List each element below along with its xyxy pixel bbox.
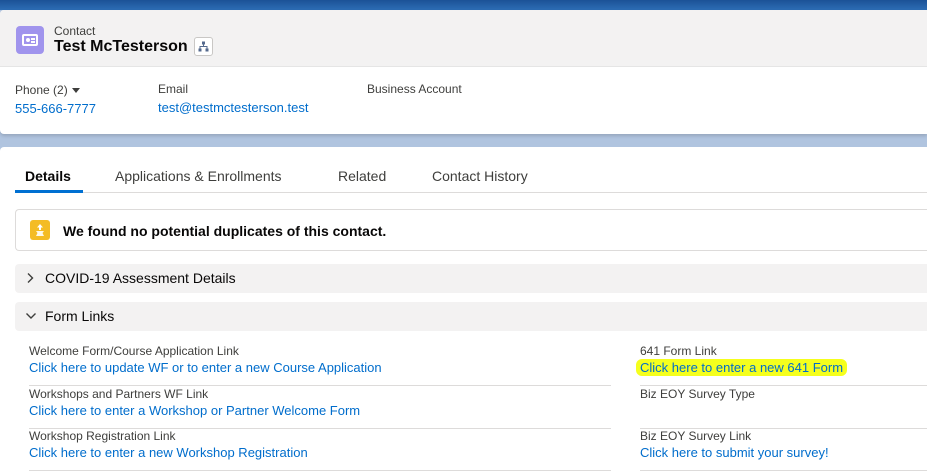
phone-link[interactable]: 555-666-7777: [15, 101, 96, 116]
field-label: 641 Form Link: [640, 344, 717, 358]
section-title: COVID-19 Assessment Details: [45, 270, 236, 286]
duplicate-check-card: We found no potential duplicates of this…: [15, 209, 927, 251]
tab-applications-enrollments[interactable]: Applications & Enrollments: [115, 168, 282, 184]
details-panel: Details Applications & Enrollments Relat…: [0, 147, 927, 472]
record-name: Test McTesterson: [54, 38, 188, 55]
welcome-form-field: Welcome Form/Course Application Link Cli…: [29, 344, 611, 386]
biz-eoy-survey-link-field: Biz EOY Survey Link Click here to submit…: [640, 429, 927, 471]
email-link[interactable]: test@testmctesterson.test: [158, 100, 308, 115]
object-type-label: Contact: [54, 24, 96, 38]
workshop-registration-link[interactable]: Click here to enter a new Workshop Regis…: [29, 445, 308, 460]
section-covid-assessment[interactable]: COVID-19 Assessment Details: [15, 264, 927, 293]
record-header: Contact Test McTesterson Phone (2) 555-6…: [0, 10, 927, 134]
biz-eoy-survey-type-field: Biz EOY Survey Type: [640, 387, 927, 429]
hierarchy-icon: [198, 41, 209, 52]
business-account-label: Business Account: [367, 82, 462, 96]
tab-related[interactable]: Related: [338, 168, 386, 184]
field-label: Biz EOY Survey Type: [640, 387, 755, 401]
phone-field: Phone (2) 555-666-7777: [15, 83, 96, 116]
tab-contact-history[interactable]: Contact History: [432, 168, 528, 184]
field-label: Biz EOY Survey Link: [640, 429, 752, 443]
field-label: Welcome Form/Course Application Link: [29, 344, 239, 358]
welcome-form-link[interactable]: Click here to update WF or to enter a ne…: [29, 360, 382, 375]
form-641-link-wrapper: Click here to enter a new 641 Form: [636, 359, 848, 376]
biz-eoy-survey-link[interactable]: Click here to submit your survey!: [640, 445, 829, 460]
phone-dropdown[interactable]: Phone (2): [15, 83, 96, 97]
chevron-down-icon: [26, 313, 36, 319]
email-label: Email: [158, 82, 189, 96]
record-header-title-bar: Contact Test McTesterson: [0, 10, 927, 67]
workshops-partners-link[interactable]: Click here to enter a Workshop or Partne…: [29, 403, 360, 418]
section-title: Form Links: [45, 308, 115, 324]
tab-bar: Details Applications & Enrollments Relat…: [15, 162, 927, 193]
workshop-registration-field: Workshop Registration Link Click here to…: [29, 429, 611, 471]
tab-details[interactable]: Details: [25, 168, 71, 184]
field-label: Workshop Registration Link: [29, 429, 176, 443]
chevron-right-icon: [27, 273, 34, 283]
duplicate-message: We found no potential duplicates of this…: [63, 223, 387, 239]
form-641-link[interactable]: Click here to enter a new 641 Form: [636, 359, 848, 376]
chevron-down-icon: [71, 88, 80, 94]
phone-label: Phone (2): [15, 83, 68, 97]
workshops-partners-field: Workshops and Partners WF Link Click her…: [29, 387, 611, 429]
section-form-links[interactable]: Form Links: [15, 302, 927, 331]
active-tab-indicator: [15, 190, 83, 193]
contact-card-icon: [16, 26, 44, 54]
duplicate-icon: [30, 220, 50, 240]
field-label: Workshops and Partners WF Link: [29, 387, 209, 401]
form-641-field: 641 Form Link Click here to enter a new …: [636, 344, 927, 386]
view-hierarchy-button[interactable]: [194, 37, 213, 56]
business-account-field: Business Account: [367, 82, 462, 100]
email-field: Email test@testmctesterson.test: [158, 82, 308, 115]
